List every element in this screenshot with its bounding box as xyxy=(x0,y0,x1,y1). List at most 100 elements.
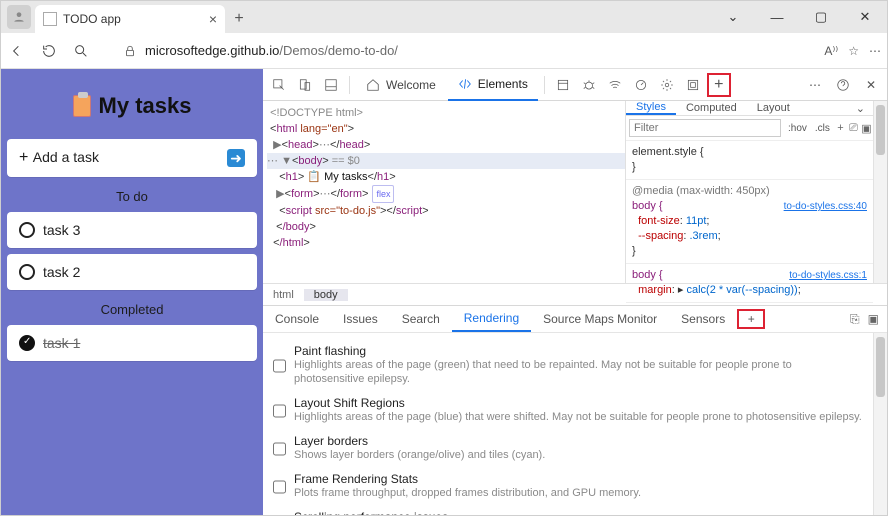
devtools-panel: Welcome Elements + ⋯ ✕ <!DOCTYPE html xyxy=(263,69,887,515)
task-checkbox-done[interactable] xyxy=(19,335,35,351)
tab-source-maps[interactable]: Source Maps Monitor xyxy=(531,306,669,332)
submit-arrow-icon[interactable]: ➜ xyxy=(227,149,245,167)
tab-search[interactable]: Search xyxy=(390,306,452,332)
tab-styles[interactable]: Styles xyxy=(626,101,676,115)
add-task-label: Add a task xyxy=(33,149,99,165)
inspect-icon[interactable] xyxy=(267,73,291,97)
option-desc: Plots frame throughput, dropped frames d… xyxy=(294,486,641,500)
tab-sensors[interactable]: Sensors xyxy=(669,306,737,332)
close-devtools-icon[interactable]: ✕ xyxy=(859,73,883,97)
drawer-tabs: Console Issues Search Rendering Source M… xyxy=(263,305,887,333)
help-icon[interactable] xyxy=(831,73,855,97)
profile-avatar[interactable] xyxy=(7,5,31,29)
brush-icon[interactable]: ⎚ xyxy=(847,122,860,135)
tab-console[interactable]: Console xyxy=(263,306,331,332)
tab-issues[interactable]: Issues xyxy=(331,306,390,332)
search-icon[interactable] xyxy=(71,41,91,61)
checkbox[interactable] xyxy=(273,346,286,386)
elements-tree[interactable]: <!DOCTYPE html> <html lang="en"> ▶<head>… xyxy=(263,101,625,283)
rendering-option: Scrolling performance issuesHighlights e… xyxy=(273,505,863,515)
tab-layout[interactable]: Layout xyxy=(747,101,800,115)
minimize-button[interactable]: — xyxy=(755,1,799,33)
tab-rendering[interactable]: Rendering xyxy=(452,306,531,332)
drawer-add-tab-button[interactable]: + xyxy=(737,309,765,329)
crumb-html[interactable]: html xyxy=(263,289,304,301)
app-title-text: My tasks xyxy=(99,93,192,119)
tab-close-icon[interactable]: × xyxy=(209,11,217,27)
task-checkbox[interactable] xyxy=(19,222,35,238)
new-tab-button[interactable]: + xyxy=(225,5,253,33)
style-block[interactable]: element.style {} xyxy=(626,141,873,180)
drawer-dock-icon[interactable]: ▣ xyxy=(868,312,879,326)
style-block[interactable]: @media (max-width: 450px) body {to-do-st… xyxy=(626,180,873,264)
task-label: task 2 xyxy=(43,264,80,280)
read-aloud-icon[interactable]: A⁾⁾ xyxy=(824,44,838,58)
filter-input[interactable] xyxy=(629,119,781,137)
task-label: task 3 xyxy=(43,222,80,238)
more-tools-icon[interactable]: ⋯ xyxy=(803,73,827,97)
chevron-down-icon[interactable]: ⌄ xyxy=(711,1,755,33)
crumb-body[interactable]: body xyxy=(304,289,348,301)
url-display[interactable]: microsoftedge.github.io/Demos/demo-to-do… xyxy=(103,43,812,58)
browser-window: TODO app × + ⌄ — ▢ ✕ microsoftedge.githu… xyxy=(0,0,888,516)
gear-icon[interactable] xyxy=(655,73,679,97)
window-controls: ⌄ — ▢ ✕ xyxy=(711,1,887,33)
maximize-button[interactable]: ▢ xyxy=(799,1,843,33)
checkbox[interactable] xyxy=(273,474,286,500)
checkbox[interactable] xyxy=(273,398,286,424)
option-desc: Shows layer borders (orange/olive) and t… xyxy=(294,448,545,462)
url-host: microsoftedge.github.io xyxy=(145,43,279,58)
tab-elements-label: Elements xyxy=(478,77,528,91)
source-link[interactable]: to-do-styles.css:40 xyxy=(784,199,867,214)
wifi-icon[interactable] xyxy=(603,73,627,97)
tab-computed[interactable]: Computed xyxy=(676,101,747,115)
titlebar: TODO app × + ⌄ — ▢ ✕ xyxy=(1,1,887,33)
box-icon[interactable]: ▣ xyxy=(860,122,873,135)
rendering-option: Layer bordersShows layer borders (orange… xyxy=(273,429,863,467)
address-bar: microsoftedge.github.io/Demos/demo-to-do… xyxy=(1,33,887,69)
option-title: Layer borders xyxy=(294,434,545,448)
scrollbar[interactable] xyxy=(873,333,887,515)
checkbox[interactable] xyxy=(273,436,286,462)
task-item-done[interactable]: task 1 xyxy=(7,325,257,361)
close-window-button[interactable]: ✕ xyxy=(843,1,887,33)
tool-icon[interactable] xyxy=(551,73,575,97)
plus-icon: + xyxy=(19,149,33,166)
source-link[interactable]: to-do-styles.css:1 xyxy=(789,268,867,283)
tab-welcome-label: Welcome xyxy=(386,78,436,92)
flex-badge[interactable]: flex xyxy=(372,185,394,203)
more-icon[interactable]: ⋯ xyxy=(869,44,881,58)
tab-elements[interactable]: Elements xyxy=(448,69,538,101)
task-item[interactable]: task 3 xyxy=(7,212,257,248)
app-icon[interactable] xyxy=(681,73,705,97)
styles-tabs: Styles Computed Layout ⌄ xyxy=(626,101,873,116)
task-checkbox[interactable] xyxy=(19,264,35,280)
scrollbar[interactable] xyxy=(873,101,887,283)
option-desc: Highlights areas of the page (green) tha… xyxy=(294,358,863,386)
refresh-button[interactable] xyxy=(39,41,59,61)
favorite-icon[interactable]: ☆ xyxy=(848,44,859,58)
back-button[interactable] xyxy=(7,41,27,61)
task-item[interactable]: task 2 xyxy=(7,254,257,290)
checkbox[interactable] xyxy=(273,512,286,515)
url-path: /Demos/demo-to-do/ xyxy=(279,43,398,58)
bug-icon[interactable] xyxy=(577,73,601,97)
dom-selected-body: ⋯ ▼<body> == $0 xyxy=(267,153,625,169)
dom-breadcrumb[interactable]: html body xyxy=(263,283,887,305)
dock-icon[interactable] xyxy=(319,73,343,97)
performance-icon[interactable] xyxy=(629,73,653,97)
section-todo: To do xyxy=(7,183,257,206)
chevron-down-icon[interactable]: ⌄ xyxy=(848,101,873,115)
add-tab-button[interactable]: + xyxy=(707,73,731,97)
cls-toggle[interactable]: .cls xyxy=(811,122,834,135)
rendering-panel: Paint flashingHighlights areas of the pa… xyxy=(263,333,873,515)
device-toggle-icon[interactable] xyxy=(293,73,317,97)
browser-tab[interactable]: TODO app × xyxy=(35,5,225,33)
new-style-icon[interactable]: + xyxy=(834,122,847,134)
tab-welcome[interactable]: Welcome xyxy=(356,69,446,101)
tab-favicon xyxy=(43,12,57,26)
dom-doctype: <!DOCTYPE html> xyxy=(270,107,363,119)
hov-toggle[interactable]: :hov xyxy=(784,122,811,135)
add-task-input[interactable]: + Add a task ➜ xyxy=(7,139,257,177)
drawer-icon[interactable]: ⎘ xyxy=(850,312,860,327)
